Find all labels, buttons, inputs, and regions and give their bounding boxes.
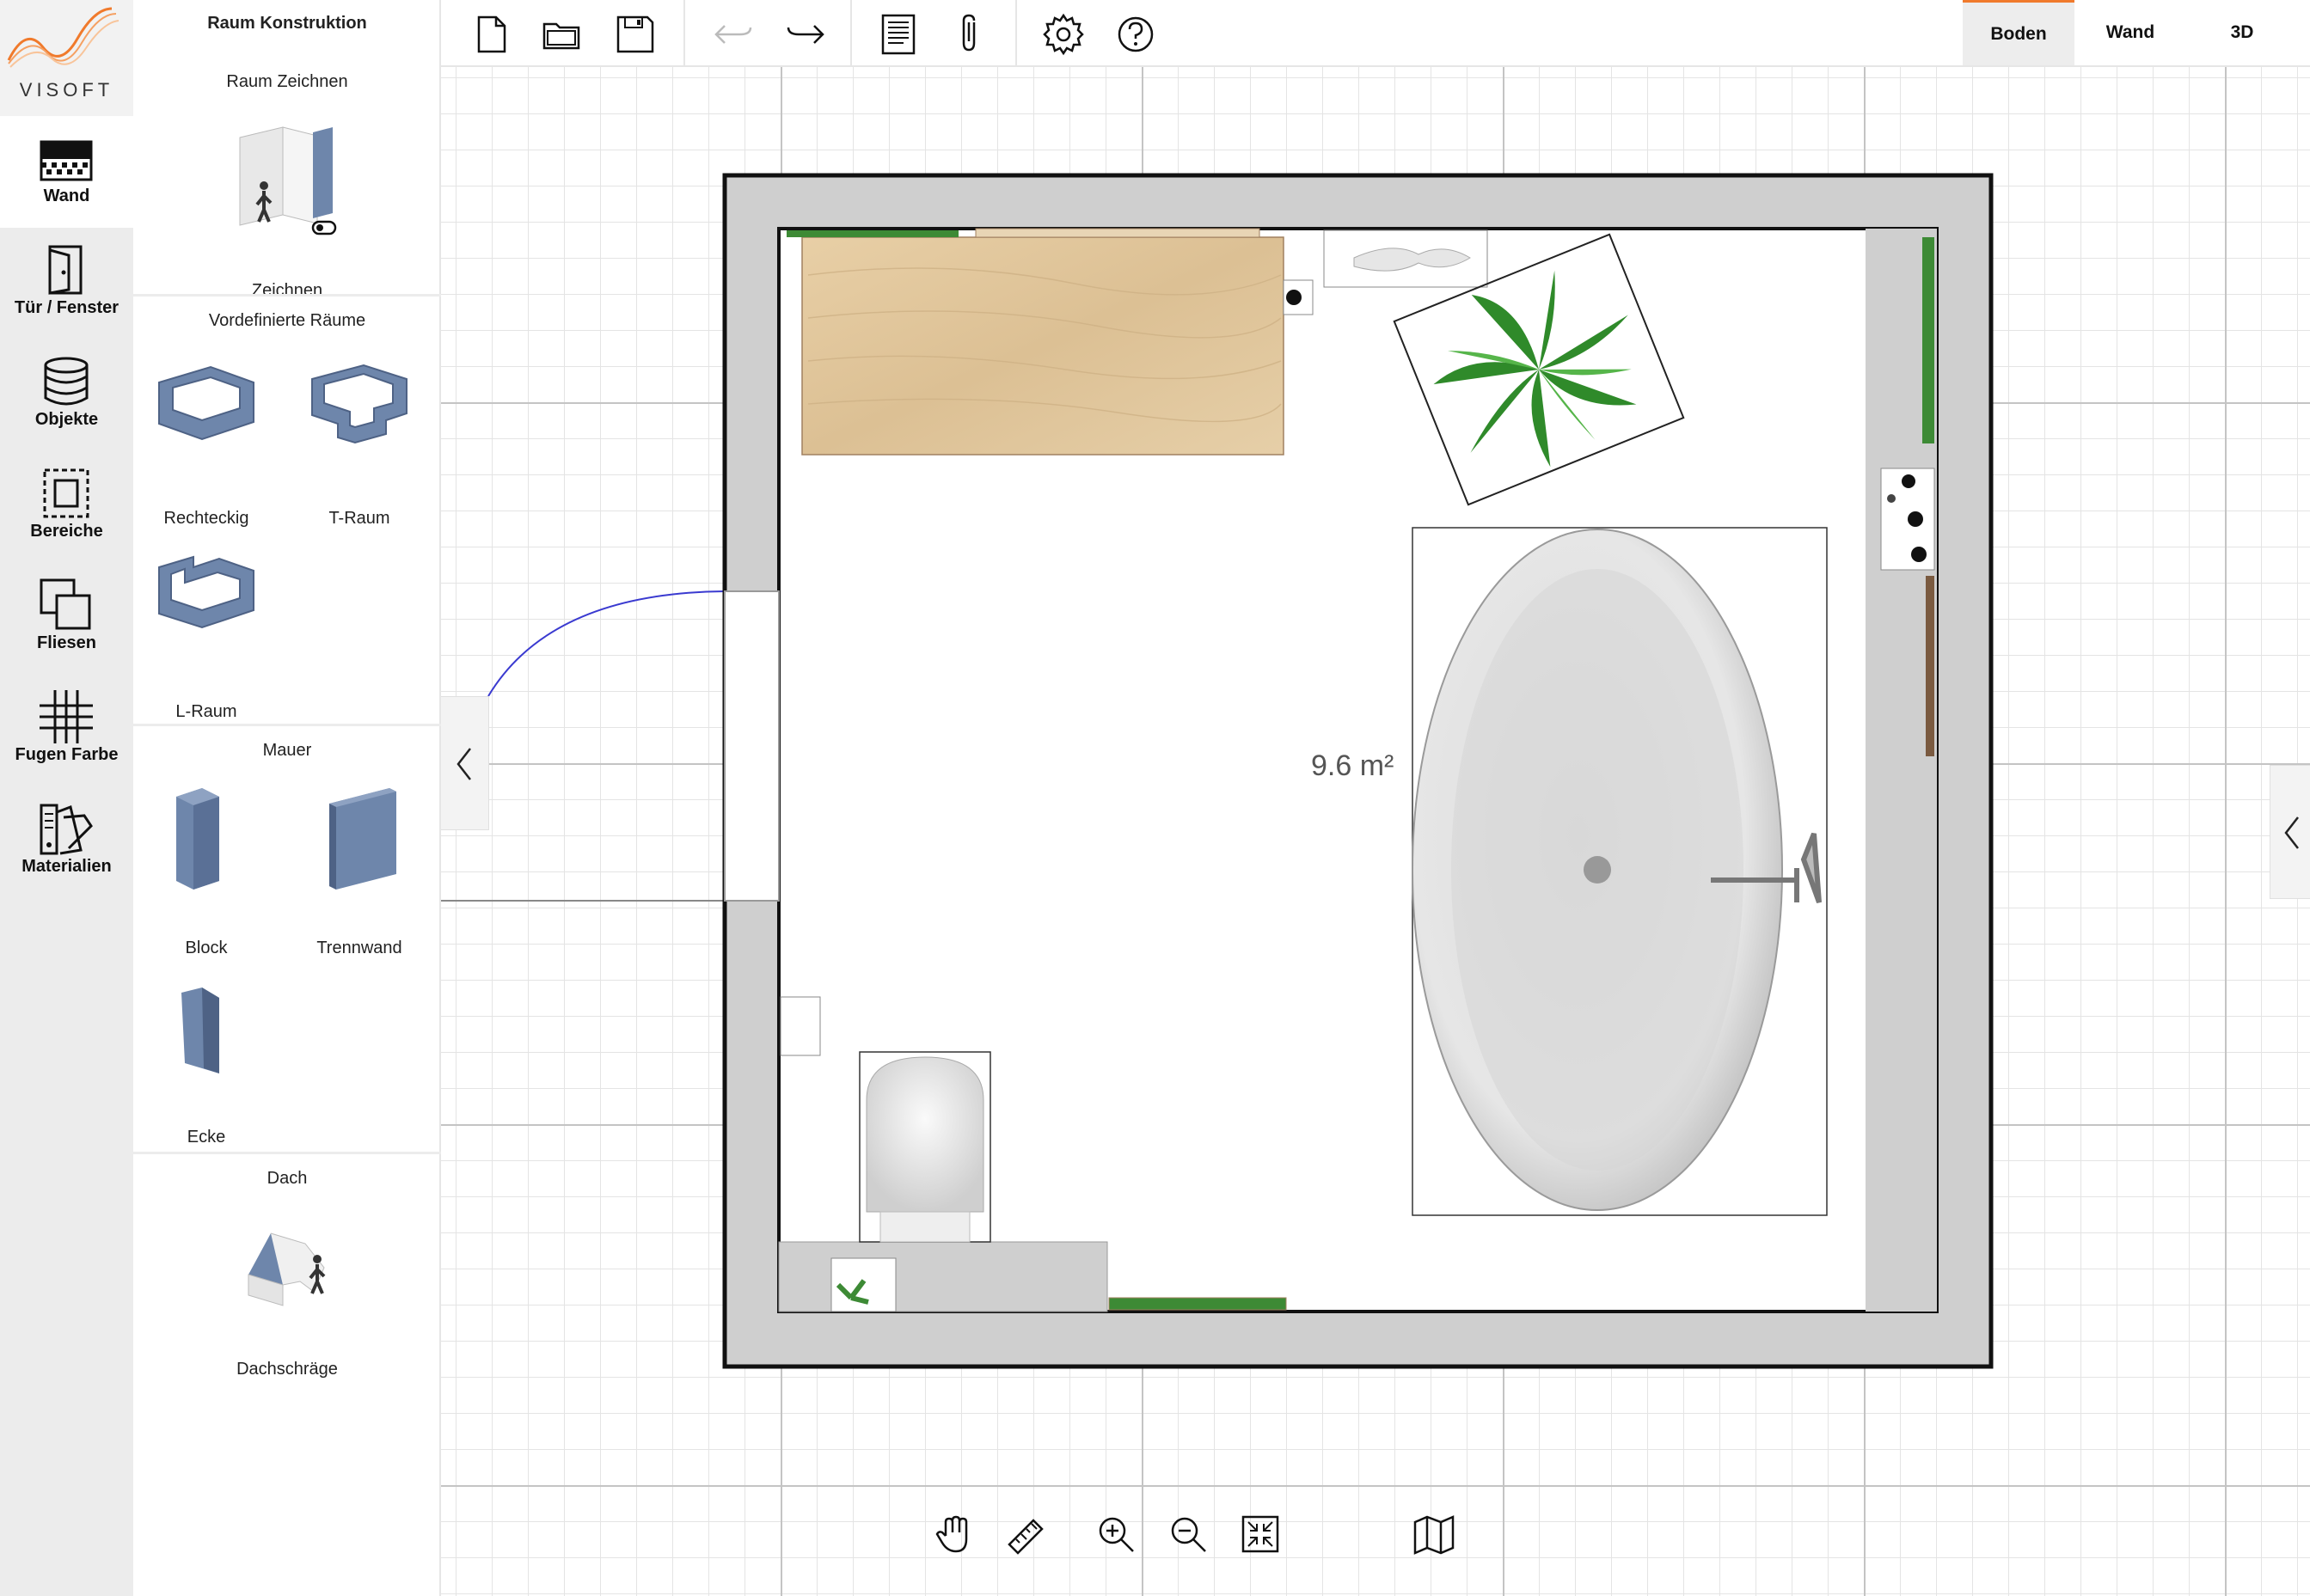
view-tab-3d[interactable]: 3D <box>2186 0 2298 65</box>
fit-screen-icon[interactable] <box>1236 1510 1284 1558</box>
collapse-panel-button[interactable] <box>441 696 489 830</box>
rectangular-room-icon <box>158 365 254 441</box>
tile-corner[interactable]: Ecke <box>133 967 279 1147</box>
wall-section-title: Mauer <box>262 741 312 760</box>
rail-item-label: Wand <box>43 187 90 205</box>
rail-item-label: Fugen Farbe <box>15 745 119 764</box>
swatches-icon <box>40 804 93 855</box>
rail-item-areas[interactable]: Bereiche <box>0 451 133 563</box>
panel-title: Raum Konstruktion <box>207 14 367 33</box>
pan-hand-icon[interactable] <box>930 1510 978 1558</box>
open-folder-icon[interactable] <box>539 10 587 58</box>
door-icon <box>48 245 83 295</box>
expand-right-panel-button[interactable] <box>2270 765 2310 899</box>
t-room-icon <box>311 364 407 444</box>
floor-plan-canvas[interactable] <box>441 67 2310 1596</box>
rail-item-label: Fliesen <box>37 633 96 652</box>
attach-icon[interactable] <box>947 10 995 58</box>
draw-section-title: Raum Zeichnen <box>226 72 348 91</box>
settings-icon[interactable] <box>1039 10 1088 58</box>
logo-wave-icon <box>7 7 119 68</box>
tile-draw[interactable]: Zeichnen <box>214 120 360 301</box>
redo-icon[interactable] <box>781 10 830 58</box>
rail-item-grout-color[interactable]: Fugen Farbe <box>0 675 133 786</box>
grid-lines-icon <box>40 690 93 743</box>
rail-item-label: Tür / Fenster <box>14 298 119 317</box>
tile-label: Ecke <box>187 1128 226 1147</box>
logo: VISOFT <box>0 0 133 116</box>
logo-text: VISOFT <box>19 79 114 101</box>
tile-sloped-roof[interactable]: Dachschräge <box>214 1199 360 1379</box>
tiles-icon <box>40 578 91 630</box>
view-tab-wall[interactable]: Wand <box>2074 0 2186 65</box>
map-icon[interactable] <box>1410 1510 1458 1558</box>
block-icon <box>176 788 219 890</box>
rail-item-label: Objekte <box>34 410 99 429</box>
tile-label: Zeichnen <box>251 281 323 300</box>
sloped-roof-icon <box>248 1232 326 1306</box>
tile-label: T-Raum <box>328 509 390 528</box>
new-file-icon[interactable] <box>467 10 515 58</box>
rail-item-wall[interactable]: Wand <box>0 116 133 228</box>
zoom-out-icon[interactable] <box>1164 1510 1212 1558</box>
tile-label: Rechteckig <box>163 509 249 528</box>
partition-wall-icon <box>329 788 396 890</box>
ruler-icon[interactable] <box>1002 1510 1051 1558</box>
rail-item-objects[interactable]: Objekte <box>0 339 133 451</box>
rail-item-materials[interactable]: Materialien <box>0 786 133 898</box>
icon-rail: VISOFT Wand Tür / Fenster Objekte Bereic… <box>0 0 133 1596</box>
chevron-left-icon <box>456 748 471 780</box>
tile-label: Trennwand <box>316 939 402 957</box>
l-room-icon <box>158 555 254 629</box>
room-area-label: 9.6 m² <box>1311 749 1394 782</box>
tile-label: Block <box>185 939 228 957</box>
save-icon[interactable] <box>611 10 659 58</box>
divider <box>133 1152 441 1154</box>
wall-pattern-icon <box>40 140 93 181</box>
divider <box>133 724 441 726</box>
zoom-in-icon[interactable] <box>1092 1510 1140 1558</box>
corner-icon <box>181 988 219 1073</box>
toolbar-separator <box>683 0 685 65</box>
draw-room-icon <box>239 126 337 235</box>
tile-l-room[interactable]: L-Raum <box>133 541 279 722</box>
rail-item-tiles[interactable]: Fliesen <box>0 563 133 675</box>
divider <box>133 294 441 297</box>
tile-label: Dachschräge <box>236 1360 338 1379</box>
view-tab-floor[interactable]: Boden <box>1963 0 2074 65</box>
rail-item-door-window[interactable]: Tür / Fenster <box>0 228 133 339</box>
tile-t-room[interactable]: T-Raum <box>286 348 432 529</box>
toolbar-separator <box>850 0 852 65</box>
top-toolbar: Boden Wand 3D <box>441 0 2310 67</box>
chevron-left-icon <box>2284 816 2299 849</box>
area-dashed-icon <box>43 468 89 518</box>
tile-label: L-Raum <box>175 702 237 721</box>
database-icon <box>44 357 89 406</box>
undo-icon[interactable] <box>709 10 757 58</box>
tile-rectangular[interactable]: Rechteckig <box>133 348 279 529</box>
report-icon[interactable] <box>874 10 922 58</box>
bottom-toolbar <box>0 1510 2310 1562</box>
rail-item-label: Bereiche <box>30 522 103 541</box>
construction-panel: Raum Konstruktion Raum Zeichnen Zeichnen… <box>133 0 441 1596</box>
toolbar-separator <box>1015 0 1017 65</box>
tile-partition-wall[interactable]: Trennwand <box>286 778 432 958</box>
tile-block[interactable]: Block <box>133 778 279 958</box>
roof-section-title: Dach <box>267 1169 308 1188</box>
rail-item-label: Materialien <box>21 857 112 876</box>
help-icon[interactable] <box>1112 10 1160 58</box>
predefined-section-title: Vordefinierte Räume <box>208 311 366 330</box>
